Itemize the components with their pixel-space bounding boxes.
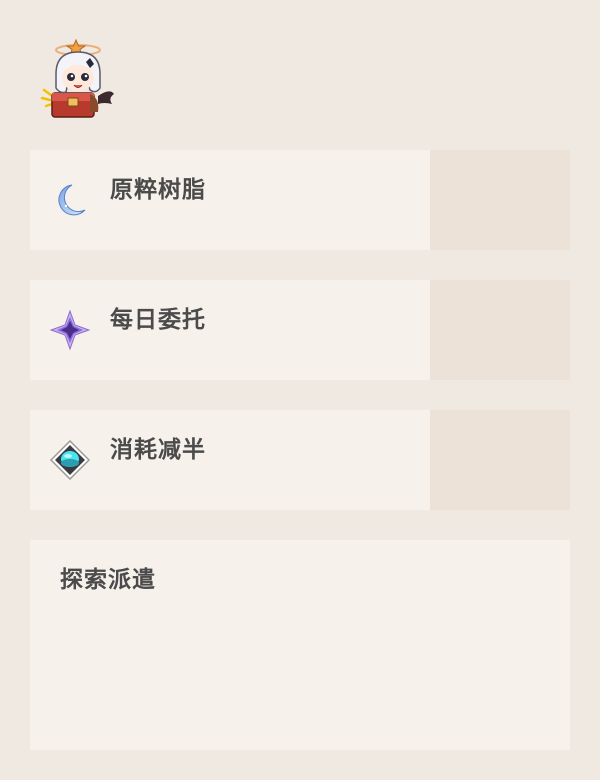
resin-label: 原粹树脂	[110, 177, 206, 203]
half-cost-value-panel	[430, 410, 570, 510]
paimon-avatar-icon	[38, 38, 118, 124]
half-cost-card[interactable]: 消耗减半	[30, 410, 570, 510]
expedition-card[interactable]: 探索派遣	[30, 540, 570, 750]
purple-star-icon	[49, 309, 91, 351]
half-cost-label: 消耗减半	[110, 437, 206, 463]
daily-commission-card[interactable]: 每日委托	[30, 280, 570, 380]
resin-card[interactable]: 原粹树脂	[30, 150, 570, 250]
resin-value-panel	[430, 150, 570, 250]
cyan-orb-diamond-icon	[49, 439, 91, 481]
daily-commission-value-panel	[430, 280, 570, 380]
expedition-label: 探索派遣	[60, 567, 156, 593]
crescent-moon-icon	[50, 180, 90, 220]
daily-commission-label: 每日委托	[110, 307, 206, 333]
